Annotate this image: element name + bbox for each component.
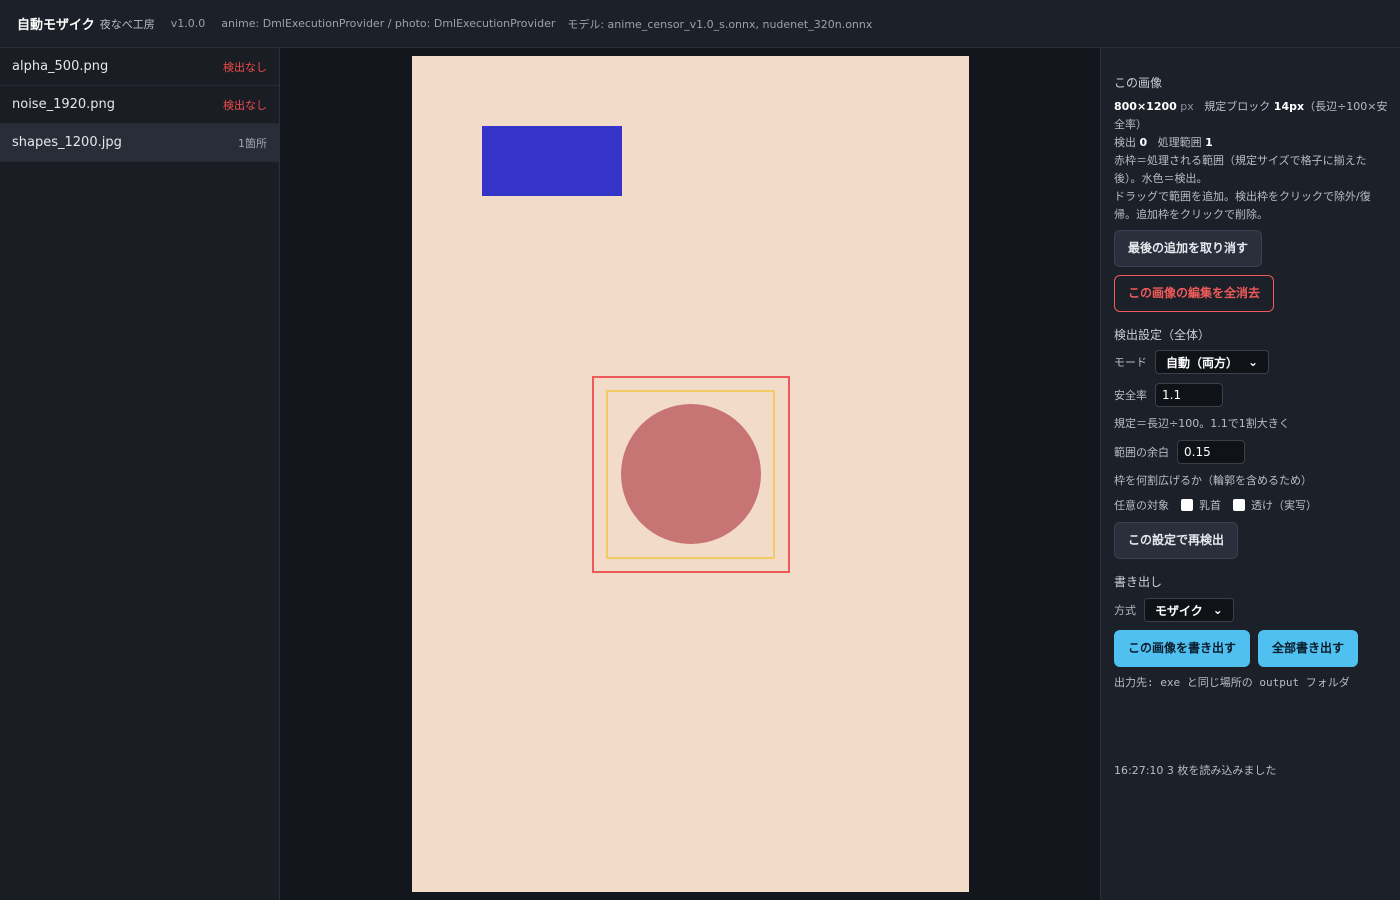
method-row: 方式 モザイク ⌄ — [1114, 598, 1234, 622]
blue-rectangle-shape — [482, 126, 622, 196]
log-line: 16:27:10 3 枚を読み込みました — [1114, 762, 1276, 780]
file-item-alpha[interactable]: alpha_500.png 検出なし — [0, 48, 279, 86]
detection-box[interactable] — [606, 390, 775, 559]
output-note: 出力先: exe と同じ場所の output フォルダ — [1114, 676, 1350, 689]
range-count: 1 — [1205, 136, 1213, 149]
file-status: 検出なし — [223, 60, 267, 74]
app-title: 自動モザイク — [17, 18, 95, 33]
undo-add-button[interactable]: 最後の追加を取り消す — [1114, 230, 1263, 267]
image-info: 800×1200 px 規定ブロック 14px（長辺÷100×安全率） 検出 0… — [1114, 98, 1388, 224]
log-message: 3 枚を読み込みました — [1166, 764, 1277, 777]
method-value: モザイク — [1155, 603, 1203, 618]
redetect-button[interactable]: この設定で再検出 — [1114, 522, 1239, 559]
providers-label: anime: DmlExecutionProvider / photo: Dml… — [221, 17, 556, 30]
export-this-button[interactable]: この画像を書き出す — [1114, 630, 1251, 667]
file-name: noise_1920.png — [12, 97, 116, 112]
file-status: 検出なし — [223, 98, 267, 112]
help-text-boxes: 赤枠＝処理される範囲（規定サイズで格子に揃えた後）。水色＝検出。 — [1114, 154, 1367, 185]
method-select[interactable]: モザイク ⌄ — [1144, 598, 1234, 622]
image-canvas[interactable] — [412, 56, 969, 892]
export-title: 書き出し — [1114, 575, 1163, 589]
optional-label: 任意の対象 — [1114, 499, 1169, 512]
file-item-shapes[interactable]: shapes_1200.jpg 1箇所 — [0, 124, 279, 162]
mode-row: モード 自動（両方） ⌄ — [1114, 350, 1270, 374]
file-item-noise[interactable]: noise_1920.png 検出なし — [0, 86, 279, 124]
clear-edits-button[interactable]: この画像の編集を全消去 — [1114, 275, 1275, 312]
file-list: alpha_500.png 検出なし noise_1920.png 検出なし s… — [0, 48, 280, 900]
image-size: 800×1200 — [1114, 100, 1177, 113]
block-value: 14px — [1273, 100, 1305, 113]
image-section-title: この画像 — [1114, 76, 1163, 90]
range-count-label: 処理範囲 — [1157, 136, 1202, 149]
version-label: v1.0.0 — [170, 17, 206, 30]
mode-label: モード — [1114, 356, 1147, 369]
opt2-label: 透け（実写） — [1251, 499, 1317, 512]
file-status: 1箇所 — [238, 136, 267, 150]
app-header: 自動モザイク 夜なべ工房 v1.0.0 anime: DmlExecutionP… — [0, 0, 1400, 48]
safety-label: 安全率 — [1114, 389, 1147, 402]
optional-targets-row: 任意の対象 乳首 透け（実写） — [1114, 497, 1317, 513]
mode-select[interactable]: 自動（両方） ⌄ — [1155, 350, 1270, 374]
margin-note: 枠を何割広げるか（輪郭を含めるため） — [1114, 474, 1312, 487]
mode-value: 自動（両方） — [1166, 355, 1239, 370]
margin-row: 範囲の余白 0.15 — [1114, 440, 1245, 464]
opt1-checkbox[interactable] — [1181, 499, 1193, 511]
export-all-button[interactable]: 全部書き出す — [1258, 630, 1359, 667]
export-buttons: この画像を書き出す 全部書き出す — [1114, 630, 1359, 667]
log-time: 16:27:10 — [1114, 764, 1164, 777]
detect-count-label: 検出 — [1114, 136, 1136, 149]
block-label: 規定ブロック — [1204, 100, 1271, 113]
chevron-down-icon: ⌄ — [1212, 603, 1223, 617]
margin-label: 範囲の余白 — [1114, 446, 1169, 459]
safety-input[interactable]: 1.1 — [1155, 383, 1223, 407]
file-name: shapes_1200.jpg — [12, 135, 122, 150]
opt2-checkbox[interactable] — [1233, 499, 1245, 511]
help-text-drag: ドラッグで範囲を追加。検出枠をクリックで除外/復帰。追加枠をクリックで削除。 — [1114, 190, 1371, 221]
settings-panel: この画像 800×1200 px 規定ブロック 14px（長辺÷100×安全率）… — [1100, 48, 1400, 900]
canvas-area — [280, 48, 1100, 900]
margin-input[interactable]: 0.15 — [1177, 440, 1245, 464]
file-name: alpha_500.png — [12, 59, 109, 74]
models-label: モデル: anime_censor_v1.0_s.onnx, nudenet_3… — [567, 17, 873, 31]
safety-row: 安全率 1.1 — [1114, 383, 1223, 407]
method-label: 方式 — [1114, 604, 1136, 617]
chevron-down-icon: ⌄ — [1248, 355, 1259, 369]
app-subtitle: 夜なべ工房 — [99, 17, 155, 31]
detect-settings-title: 検出設定（全体） — [1114, 328, 1211, 342]
image-size-unit: px — [1180, 100, 1194, 113]
detect-count: 0 — [1139, 136, 1148, 149]
opt1-label: 乳首 — [1199, 499, 1221, 512]
safety-note: 規定＝長辺÷100。1.1で1割大きく — [1114, 417, 1290, 430]
